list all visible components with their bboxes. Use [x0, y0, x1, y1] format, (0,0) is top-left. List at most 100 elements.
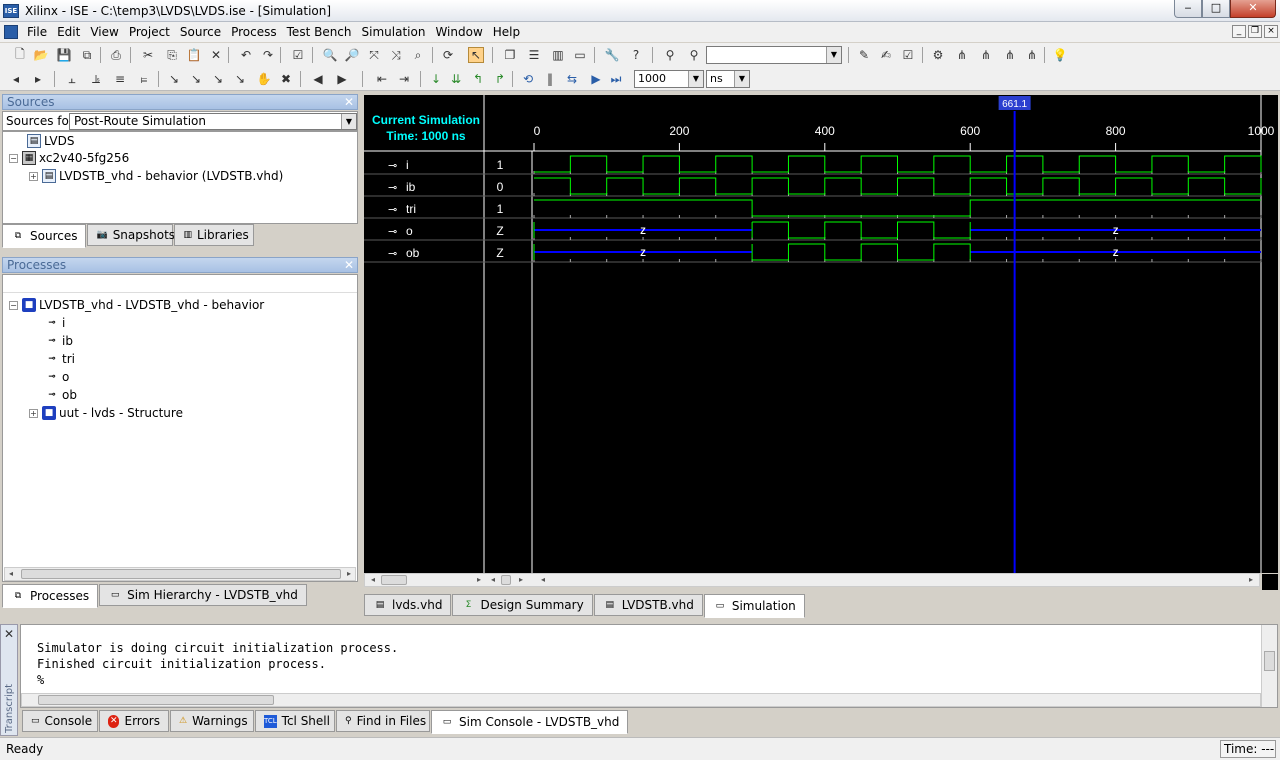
tree-item-device[interactable]: − ▦ xc2v40-5fg256	[9, 149, 129, 167]
tab-processes[interactable]: ⧉ Processes	[2, 584, 99, 608]
close-transcript-icon[interactable]: ✕	[4, 627, 14, 641]
process-signal-tri[interactable]: ⊸ tri	[45, 350, 75, 368]
zoom-out-icon[interactable]: 🔎	[344, 47, 360, 63]
expand-uut-icon[interactable]: +	[29, 408, 38, 418]
play-icon[interactable]: ▶	[588, 71, 604, 87]
wave-select-icon[interactable]: ↖	[468, 47, 484, 63]
restart-icon[interactable]: ↰	[470, 71, 486, 87]
refresh-icon[interactable]: ⟳	[440, 47, 456, 63]
align-indent-icon[interactable]: ⫡	[88, 71, 104, 87]
find-combo[interactable]: ▼	[706, 46, 842, 64]
menu-edit[interactable]: Edit	[52, 22, 85, 42]
close-window-button[interactable]: ✕	[1230, 0, 1276, 18]
menu-project[interactable]: Project	[124, 22, 175, 42]
waveform-hscroll[interactable]: ◂ ▸ ◂ ▸ ◂ ▸	[364, 573, 1260, 587]
names-scroll-thumb[interactable]	[381, 575, 407, 585]
tab-tcl-shell[interactable]: TCL Tcl Shell	[255, 710, 335, 732]
pause-icon[interactable]: ‖	[542, 71, 558, 87]
document-icon[interactable]	[4, 25, 18, 39]
zoom-in-icon[interactable]: 🔍	[322, 47, 338, 63]
wave-scroll-left3-icon[interactable]: ◂	[537, 574, 549, 586]
tab-sim-console[interactable]: ▭ Sim Console - LVDSTB_vhd	[431, 710, 629, 734]
tab-lvds-vhd[interactable]: ▤ lvds.vhd	[364, 594, 452, 616]
time-value-input[interactable]: 1000 ▼	[634, 70, 704, 88]
step-over-icon[interactable]: ⇥	[396, 71, 412, 87]
maximize-button[interactable]: □	[1202, 0, 1230, 18]
undo-icon[interactable]: ↶	[238, 47, 254, 63]
expand-icon[interactable]: +	[29, 171, 38, 181]
console-vscroll[interactable]	[1261, 625, 1277, 707]
new-file-icon[interactable]: 🗋	[12, 47, 28, 63]
align-unindent-icon[interactable]: ⫢	[136, 71, 152, 87]
back-arrow-icon[interactable]: ◂	[8, 71, 24, 87]
tab-simulation[interactable]: ▭ Simulation	[703, 594, 805, 618]
mdi-close-button[interactable]: ×	[1264, 25, 1278, 38]
collapse-icon[interactable]: −	[9, 153, 18, 163]
save-icon[interactable]: 💾	[56, 47, 72, 63]
menu-process[interactable]: Process	[226, 22, 282, 42]
new-source-icon[interactable]: ✎	[856, 47, 872, 63]
scroll-left-icon[interactable]: ◂	[5, 568, 17, 580]
console-hscroll[interactable]	[21, 693, 1261, 707]
process-signal-i[interactable]: ⊸ i	[45, 314, 65, 332]
cascade-icon[interactable]: ❐	[502, 47, 518, 63]
marker-next-icon[interactable]: ↘	[188, 71, 204, 87]
tab-sources[interactable]: ⧉ Sources	[2, 224, 87, 248]
paste-icon[interactable]: 📋	[186, 47, 202, 63]
process-signal-ob[interactable]: ⊸ ob	[45, 386, 77, 404]
check-icon[interactable]: ☑	[290, 47, 306, 63]
tile-horizontal-icon[interactable]: ☰	[526, 47, 542, 63]
zoom-fit-icon[interactable]: ⤧	[366, 47, 382, 63]
scroll-thumb[interactable]	[21, 569, 341, 579]
redo-icon[interactable]: ↷	[260, 47, 276, 63]
tab-errors[interactable]: ✕ Errors	[99, 710, 169, 732]
restart-sim-icon[interactable]: ⟲	[520, 71, 536, 87]
step-into-icon[interactable]: ↱	[492, 71, 508, 87]
tab-warnings[interactable]: ⚠ Warnings	[170, 710, 254, 732]
wave-scroll-left2-icon[interactable]: ◂	[487, 574, 499, 586]
save-all-icon[interactable]: ⧉	[79, 47, 95, 63]
run-all-icon[interactable]: ⏭	[608, 71, 624, 87]
cut-icon[interactable]: ✂	[140, 47, 156, 63]
marker-clear-icon[interactable]: ↘	[232, 71, 248, 87]
process-signal-ib[interactable]: ⊸ ib	[45, 332, 73, 350]
names-scroll-right-icon[interactable]: ▸	[473, 574, 485, 586]
zoom-area-icon[interactable]: ⌕	[410, 47, 426, 63]
delete-marker-icon[interactable]: ✖	[278, 71, 294, 87]
goto-start-icon[interactable]: ◀	[310, 71, 326, 87]
close-panel-icon[interactable]: ✕	[344, 95, 354, 109]
hierarchy-4-icon[interactable]: ⋔	[1024, 47, 1040, 63]
find-next-icon[interactable]: ⚲	[686, 47, 702, 63]
process-signal-o[interactable]: ⊸ o	[45, 368, 69, 386]
goto-end-icon[interactable]: ▶	[334, 71, 350, 87]
marker-prev-icon[interactable]: ↘	[210, 71, 226, 87]
step-icon[interactable]: ⇤	[374, 71, 390, 87]
menu-source[interactable]: Source	[175, 22, 226, 42]
scroll-right-icon[interactable]: ▸	[343, 568, 355, 580]
process-root[interactable]: − ■ LVDSTB_vhd - LVDSTB_vhd - behavior	[9, 296, 264, 314]
process-uut[interactable]: + ■ uut - lvds - Structure	[29, 404, 183, 422]
marker-icon[interactable]: ↘	[166, 71, 182, 87]
close-processes-icon[interactable]: ✕	[344, 258, 354, 272]
menu-simulation[interactable]: Simulation	[357, 22, 431, 42]
hierarchy-3-icon[interactable]: ⋔	[1002, 47, 1018, 63]
align-left-icon[interactable]: ⫠	[64, 71, 80, 87]
menu-help[interactable]: Help	[488, 22, 525, 42]
mdi-restore-button[interactable]: ❐	[1248, 25, 1262, 38]
edit-source-icon[interactable]: ✍	[878, 47, 894, 63]
help-pointer-icon[interactable]: ?	[628, 47, 644, 63]
console-output[interactable]: Simulator is doing circuit initializatio…	[20, 624, 1278, 708]
binoculars-icon[interactable]: ⚲	[662, 47, 678, 63]
processes-hscroll[interactable]: ◂ ▸	[4, 567, 356, 581]
values-scroll-right-icon[interactable]: ▸	[515, 574, 527, 586]
align-center-icon[interactable]: ≡	[112, 71, 128, 87]
wave-scroll-right-icon[interactable]: ▸	[1245, 574, 1257, 586]
values-scroll-thumb[interactable]	[501, 575, 511, 585]
step-sim-icon[interactable]: ⇆	[564, 71, 580, 87]
minimize-button[interactable]: ‒	[1174, 0, 1202, 18]
checklist-icon[interactable]: ☑	[900, 47, 916, 63]
window-icon[interactable]: ▭	[572, 47, 588, 63]
console-hscroll-thumb[interactable]	[38, 695, 274, 705]
zoom-full-icon[interactable]: ⤨	[388, 47, 404, 63]
tab-sim-hierarchy[interactable]: ▭ Sim Hierarchy - LVDSTB_vhd	[99, 584, 307, 606]
